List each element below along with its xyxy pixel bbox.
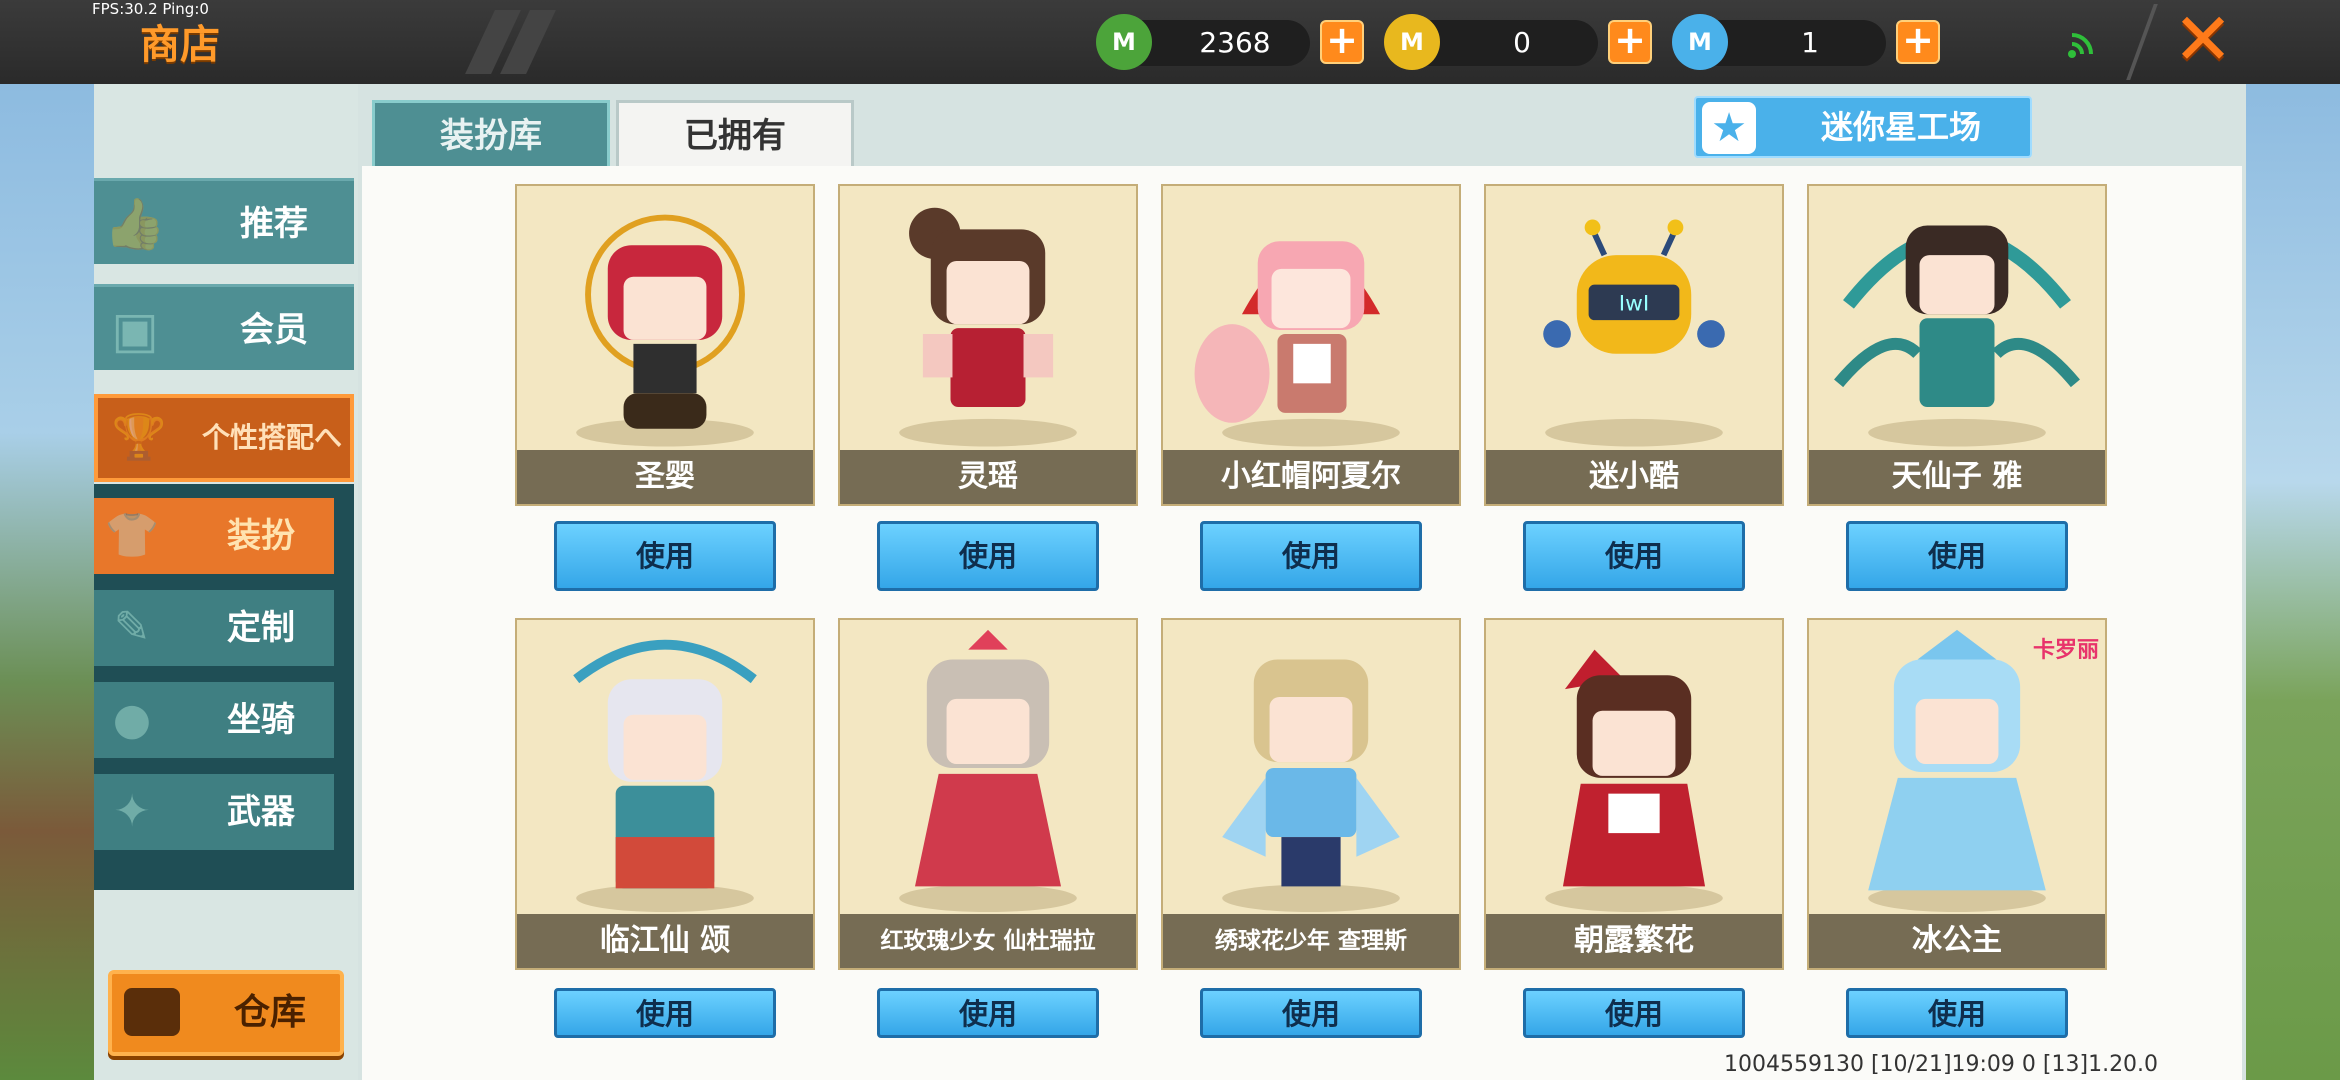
use-button[interactable]: 使用 xyxy=(554,988,776,1038)
add-currency-button[interactable]: + xyxy=(1608,20,1652,64)
costume-card[interactable]: 圣婴 xyxy=(515,184,815,506)
costume-name: 冰公主 xyxy=(1809,914,2105,968)
costume-card[interactable]: 临江仙 颂 xyxy=(515,618,815,970)
character-art xyxy=(899,629,1077,913)
character-art xyxy=(1868,629,2046,913)
costume-card[interactable]: 小红帽阿夏尔 xyxy=(1161,184,1461,506)
sidebar-item-label: 武器 xyxy=(227,792,295,832)
tab-owned[interactable]: 已拥有 xyxy=(616,100,854,166)
costume-name: 绣球花少年 查理斯 xyxy=(1163,914,1459,968)
pistol-icon: ✦ xyxy=(113,786,151,837)
add-currency-button[interactable]: + xyxy=(1896,20,1940,64)
pencil-icon: ✎ xyxy=(113,602,151,653)
use-button[interactable]: 使用 xyxy=(1523,988,1745,1038)
currency-value: 2368 xyxy=(1199,26,1271,59)
costume-name: 临江仙 颂 xyxy=(517,914,813,968)
sidebar-item-label: 装扮 xyxy=(227,516,295,556)
use-button[interactable]: 使用 xyxy=(1846,988,2068,1038)
page-title: 商店 xyxy=(140,22,220,68)
costume-name: 红玫瑰少女 仙杜瑞拉 xyxy=(840,914,1136,968)
use-button[interactable]: 使用 xyxy=(877,988,1099,1038)
trophy-icon: 🏆 xyxy=(111,412,167,463)
sidebar-item-label: 定制 xyxy=(227,608,295,648)
chest-icon xyxy=(124,988,180,1036)
costume-card[interactable]: 绣球花少年 查理斯 xyxy=(1161,618,1461,970)
use-button[interactable]: 使用 xyxy=(1200,988,1422,1038)
costume-name: 迷小酷 xyxy=(1486,450,1782,504)
currency-value: 0 xyxy=(1513,26,1531,59)
studio-label: 迷你星工场 xyxy=(1820,108,1981,146)
thumbs-up-icon: 👍 xyxy=(103,195,167,253)
divider xyxy=(2126,4,2158,80)
costume-name: 灵瑶 xyxy=(840,450,1136,504)
svg-text:IwI: IwI xyxy=(1619,291,1650,316)
use-button[interactable]: 使用 xyxy=(1200,521,1422,591)
warehouse-button[interactable]: 仓库 xyxy=(108,970,344,1056)
top-bar: FPS:30.2 Ping:0 商店 M 2368 + M 0 + M 1 + … xyxy=(0,0,2340,84)
character-art xyxy=(573,639,757,913)
sidebar-subitem-custom[interactable]: ✎ 定制 xyxy=(94,590,334,666)
sidebar-subitem-mount[interactable]: ● 坐骑 xyxy=(94,682,334,758)
costume-name: 圣婴 xyxy=(517,450,813,504)
character-art xyxy=(1194,241,1400,447)
sidebar-item-label: 个性搭配へ xyxy=(201,421,342,454)
close-button[interactable]: ✕ xyxy=(2170,3,2236,75)
costume-card[interactable]: 卡罗丽 冰公主 xyxy=(1807,618,2107,970)
use-button[interactable]: 使用 xyxy=(877,521,1099,591)
character-art xyxy=(1834,225,2080,447)
mini-studio-button[interactable]: ★ 迷你星工场 xyxy=(1694,96,2032,158)
costume-card[interactable]: 天仙子 雅 xyxy=(1807,184,2107,506)
background-right xyxy=(2244,84,2340,1080)
character-art: IwI xyxy=(1543,219,1725,447)
character-art xyxy=(899,207,1077,447)
costume-name: 天仙子 雅 xyxy=(1809,450,2105,504)
tab-costume-library[interactable]: 装扮库 xyxy=(372,100,610,166)
signal-icon xyxy=(2068,33,2093,58)
background-left xyxy=(0,84,96,1080)
character-art xyxy=(576,214,754,447)
currency-value: 1 xyxy=(1801,26,1819,59)
character-art xyxy=(1545,649,1723,913)
costume-card[interactable]: 灵瑶 xyxy=(838,184,1138,506)
add-currency-button[interactable]: + xyxy=(1320,20,1364,64)
sidebar-item-vip[interactable]: ▣ 会员 xyxy=(94,284,354,370)
use-button[interactable]: 使用 xyxy=(1523,521,1745,591)
use-button[interactable]: 使用 xyxy=(1846,521,2068,591)
costume-card[interactable]: 红玫瑰少女 仙杜瑞拉 xyxy=(838,618,1138,970)
costume-card[interactable]: IwI 迷小酷 xyxy=(1484,184,1784,506)
build-info: 1004559130 [10/21]19:09 0 [13]1.20.0 xyxy=(1724,1052,2159,1077)
costume-name: 小红帽阿夏尔 xyxy=(1163,450,1459,504)
sidebar-item-recommended[interactable]: 👍 推荐 xyxy=(94,178,354,264)
sidebar-item-label: 推荐 xyxy=(240,204,308,244)
mount-icon: ● xyxy=(112,694,152,745)
limited-badge: 卡罗丽 xyxy=(2032,638,2099,663)
use-button[interactable]: 使用 xyxy=(554,521,776,591)
shirt-icon: 👕 xyxy=(104,510,160,561)
sidebar-subitem-costume[interactable]: 👕 装扮 xyxy=(94,498,334,574)
sidebar-subitem-weapon[interactable]: ✦ 武器 xyxy=(94,774,334,850)
costume-card[interactable]: 朝露繁花 xyxy=(1484,618,1784,970)
character-art xyxy=(1222,659,1400,913)
sidebar-item-personal-style[interactable]: 🏆 个性搭配へ xyxy=(94,394,354,482)
sidebar-item-label: 会员 xyxy=(240,310,308,350)
vip-card-icon: ▣ xyxy=(111,301,159,359)
sidebar-item-label: 坐骑 xyxy=(227,700,295,740)
star-icon: ★ xyxy=(1702,102,1756,154)
costume-name: 朝露繁花 xyxy=(1486,914,1782,968)
warehouse-label: 仓库 xyxy=(233,992,306,1033)
